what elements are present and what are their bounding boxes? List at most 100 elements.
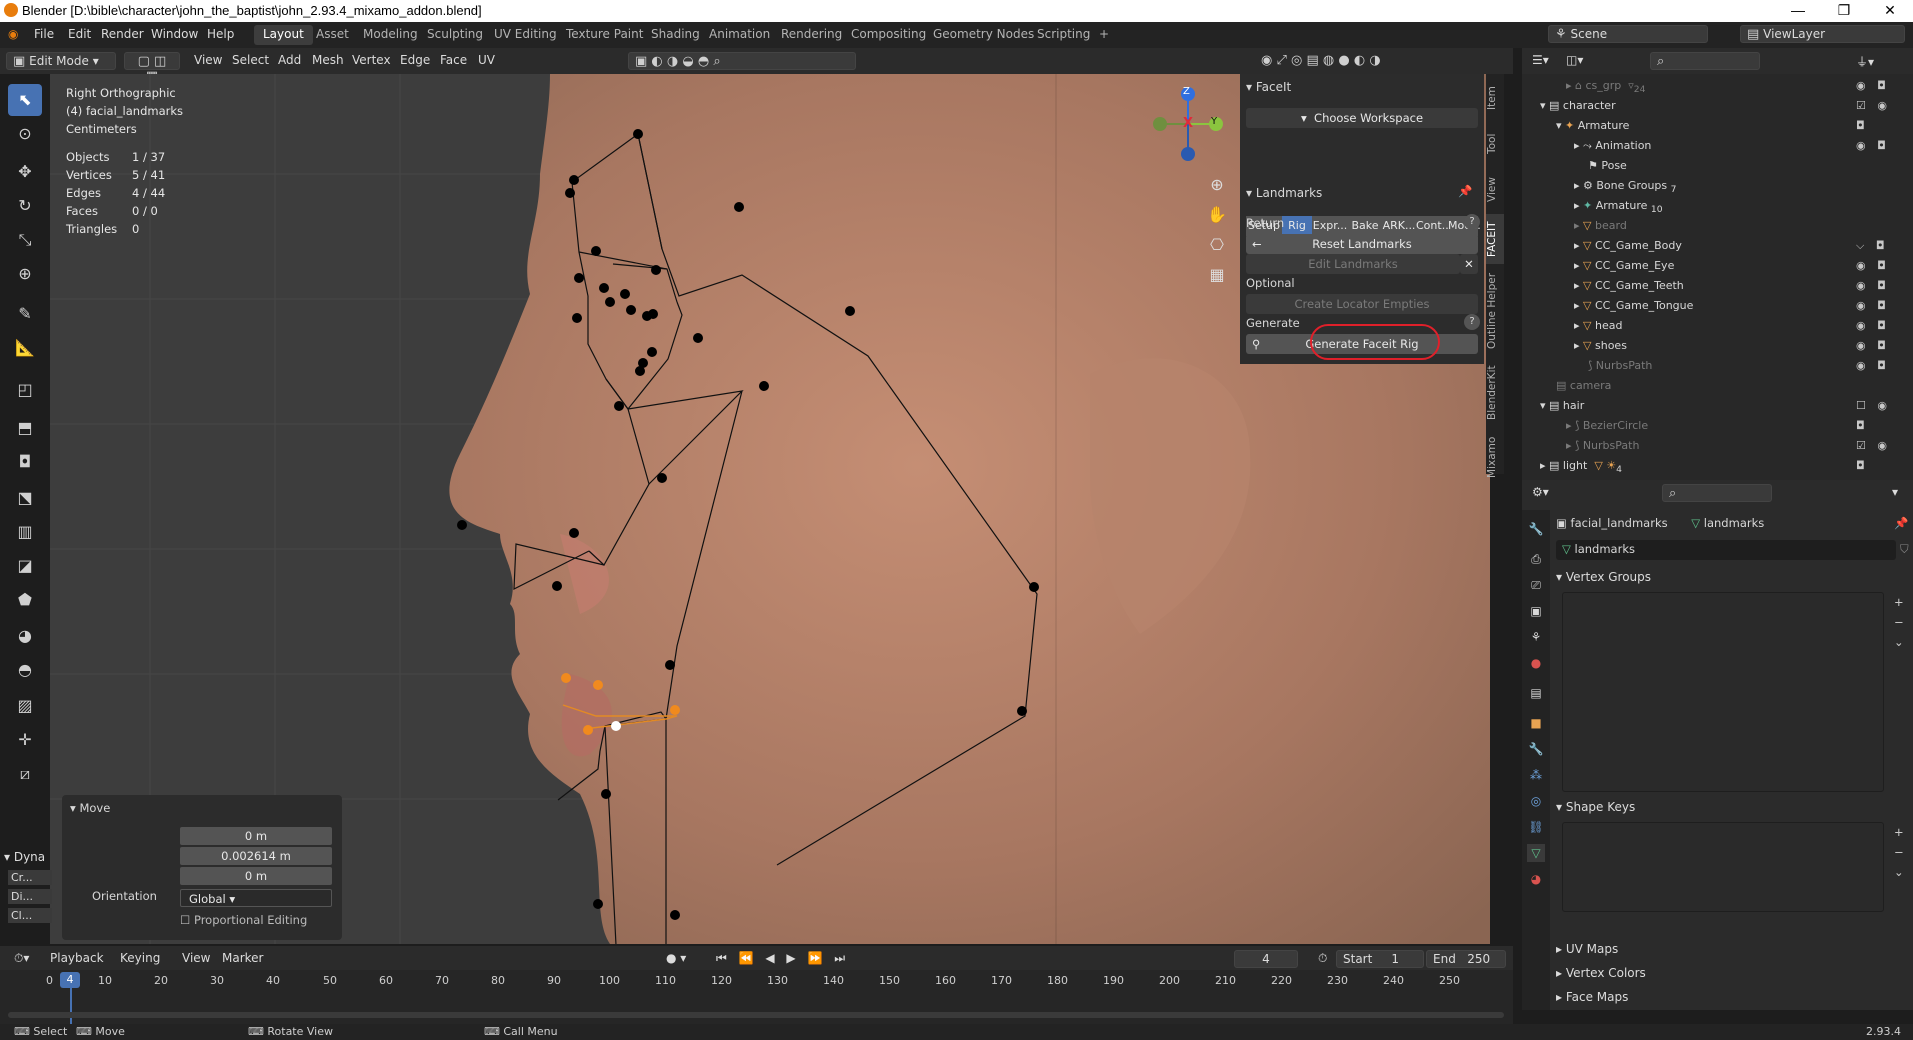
blender-menu-icon[interactable]: ◉ bbox=[8, 27, 18, 41]
remove-icon[interactable]: − bbox=[1894, 842, 1904, 862]
view-layer-icon[interactable]: ▣ bbox=[1527, 602, 1545, 620]
constraints-props-icon[interactable]: ⛓ bbox=[1527, 818, 1545, 836]
viewport-gizmo-toggles[interactable]: ◉ ⤢ ◎ ▤ ◍ ● ◐ ◑ bbox=[1255, 52, 1387, 70]
tab-layout[interactable]: Layout bbox=[254, 25, 313, 45]
loop-cut-tool[interactable]: ▥ bbox=[8, 516, 42, 548]
move-z-field[interactable]: 0 m bbox=[180, 867, 332, 885]
menu-render[interactable]: Render bbox=[101, 27, 144, 41]
particles-props-icon[interactable]: ⁂ bbox=[1527, 766, 1545, 784]
move-x-field[interactable]: 0 m bbox=[180, 827, 332, 845]
grid-icon[interactable]: ▦ bbox=[1204, 260, 1230, 290]
camera-icon[interactable]: ⎔ bbox=[1204, 230, 1230, 260]
tab-texture-paint[interactable]: Texture Paint bbox=[557, 25, 652, 45]
reset-landmarks-button[interactable]: ← Reset Landmarks bbox=[1246, 234, 1478, 254]
menu-help[interactable]: Help bbox=[207, 27, 234, 41]
outliner-item-pose[interactable]: ⚑ Pose bbox=[1588, 156, 1627, 176]
select-box-tool[interactable]: ⬉ bbox=[8, 84, 42, 116]
editor-type-icon[interactable]: ⚙▾ bbox=[1526, 484, 1555, 502]
pan-hand-icon[interactable]: ✋ bbox=[1204, 200, 1230, 230]
shape-keys-section[interactable]: ▾ Shape Keys bbox=[1556, 800, 1635, 814]
menu-file[interactable]: File bbox=[34, 27, 54, 41]
navigation-gizmo[interactable]: Z X Y bbox=[1148, 84, 1228, 164]
outliner-item-cs-grp[interactable]: ▸ ⌂ cs_grp ▿24 bbox=[1566, 76, 1645, 96]
collection-props-icon[interactable]: ▤ bbox=[1527, 684, 1545, 702]
chevron-down-icon[interactable]: ⌄ bbox=[1894, 632, 1904, 652]
menu-timeline-view[interactable]: View bbox=[176, 950, 216, 968]
options-chevron-icon[interactable]: ▾ bbox=[1886, 484, 1904, 502]
scale-tool[interactable]: ⤡ bbox=[8, 224, 42, 256]
faceit-tab-expressions[interactable]: Expr... bbox=[1312, 216, 1348, 236]
menu-add[interactable]: Add bbox=[272, 52, 307, 70]
add-workspace-button[interactable]: + bbox=[1090, 25, 1118, 45]
tab-animation[interactable]: Animation bbox=[700, 25, 779, 45]
start-frame-field[interactable]: Start 1 bbox=[1336, 950, 1424, 968]
menu-playback[interactable]: Playback bbox=[44, 950, 110, 968]
outliner-item-nurbspath[interactable]: ⟆ NurbsPath bbox=[1588, 356, 1652, 376]
sidebar-tab-view[interactable]: View bbox=[1486, 170, 1504, 210]
vertex-colors-section[interactable]: ▸ Vertex Colors bbox=[1556, 966, 1646, 980]
menu-view[interactable]: View bbox=[188, 52, 228, 70]
timeline-scrubber[interactable]: 0 10 20 30 40 50 60 70 80 90 100 110 120… bbox=[0, 970, 1513, 1024]
tab-modeling[interactable]: Modeling bbox=[354, 25, 427, 45]
dyna-clear-button[interactable]: Cl... bbox=[8, 908, 52, 923]
editor-type-icon[interactable]: ⏱▾ bbox=[8, 950, 35, 968]
dyna-panel-title[interactable]: ▾ Dyna bbox=[0, 848, 60, 866]
proportional-editing-checkbox[interactable]: ☐ Proportional Editing bbox=[180, 913, 307, 927]
tab-sculpting[interactable]: Sculpting bbox=[418, 25, 492, 45]
faceit-tab-arkit[interactable]: ARK... bbox=[1382, 216, 1416, 236]
menu-marker[interactable]: Marker bbox=[216, 950, 269, 968]
menu-face[interactable]: Face bbox=[434, 52, 473, 70]
end-frame-field[interactable]: End 250 bbox=[1426, 950, 1506, 968]
faceit-tab-control[interactable]: Cont... bbox=[1416, 216, 1452, 236]
record-keyframe-button[interactable]: ● ▾ bbox=[660, 950, 692, 968]
pin-icon[interactable]: 📌 bbox=[1458, 184, 1472, 198]
playback-controls[interactable]: ⏮ ⏪ ◀ ▶ ⏩ ⏭ bbox=[710, 950, 855, 968]
outliner-item-light[interactable]: ▸ ▤ light ▽ ☀4 bbox=[1540, 456, 1622, 476]
viewlayer-selector[interactable]: ▤ ViewLayer bbox=[1740, 25, 1905, 43]
dyna-create-button[interactable]: Cr... bbox=[8, 870, 52, 885]
menu-mesh[interactable]: Mesh bbox=[306, 52, 350, 70]
menu-edge[interactable]: Edge bbox=[394, 52, 436, 70]
choose-workspace-button[interactable]: ▾ Choose Workspace bbox=[1246, 108, 1478, 128]
faceit-tab-rig[interactable]: Rig bbox=[1282, 216, 1312, 236]
outliner-item-beard[interactable]: ▸ ▽ beard bbox=[1574, 216, 1627, 236]
scene-selector[interactable]: ⚘ Scene bbox=[1548, 25, 1708, 43]
sidebar-tab-item[interactable]: Item bbox=[1486, 78, 1504, 118]
scene-props-icon[interactable]: ⚘ bbox=[1527, 628, 1545, 646]
material-props-icon[interactable]: ◕ bbox=[1527, 870, 1545, 888]
chevron-down-icon[interactable]: ⌄ bbox=[1894, 862, 1904, 882]
shear-tool[interactable]: ⧄ bbox=[8, 758, 42, 790]
spin-tool[interactable]: ◕ bbox=[8, 620, 42, 652]
render-props-icon[interactable]: ⎙ bbox=[1527, 550, 1545, 568]
tab-shading[interactable]: Shading bbox=[642, 25, 709, 45]
tab-scripting[interactable]: Scripting bbox=[1028, 25, 1099, 45]
playhead[interactable]: 4 bbox=[60, 972, 80, 988]
edge-slide-tool[interactable]: ▨ bbox=[8, 690, 42, 722]
menu-keying[interactable]: Keying bbox=[114, 950, 166, 968]
tab-geometry-nodes[interactable]: Geometry Nodes bbox=[924, 25, 1043, 45]
face-maps-section[interactable]: ▸ Face Maps bbox=[1556, 990, 1628, 1004]
mode-selector[interactable]: ▣ Edit Mode ▾ bbox=[6, 52, 116, 70]
extrude-tool[interactable]: ⬒ bbox=[8, 412, 42, 444]
outliner-item-character[interactable]: ▾ ▤ character bbox=[1540, 96, 1616, 116]
tab-compositing[interactable]: Compositing bbox=[842, 25, 935, 45]
outliner-item-cc-game-eye[interactable]: ▸ ▽ CC_Game_Eye bbox=[1574, 256, 1674, 276]
select-mode-buttons[interactable]: ▢ ◫ ▦ bbox=[124, 52, 180, 84]
close-icon[interactable]: ✕ bbox=[1460, 254, 1478, 274]
poly-build-tool[interactable]: ⬟ bbox=[8, 584, 42, 616]
modifier-props-icon[interactable]: 🔧 bbox=[1527, 740, 1545, 758]
sidebar-tab-mixamo[interactable]: Mixamo bbox=[1486, 432, 1504, 482]
editor-type-icon[interactable]: ☰▾ bbox=[1526, 52, 1555, 70]
tab-asset[interactable]: Asset bbox=[307, 25, 358, 45]
zoom-icon[interactable]: ⊕ bbox=[1204, 170, 1230, 200]
pin-icon[interactable]: 📌 bbox=[1894, 516, 1908, 530]
object-props-icon[interactable]: ■ bbox=[1527, 714, 1545, 732]
properties-search[interactable]: ⌕ bbox=[1662, 484, 1772, 502]
cursor-tool[interactable]: ⊙ bbox=[8, 118, 42, 150]
outliner-item-cc-game-tongue[interactable]: ▸ ▽ CC_Game_Tongue bbox=[1574, 296, 1693, 316]
sidebar-tab-tool[interactable]: Tool bbox=[1486, 124, 1504, 164]
annotate-tool[interactable]: ✎ bbox=[8, 298, 42, 330]
outliner-item-shoes[interactable]: ▸ ▽ shoes bbox=[1574, 336, 1627, 356]
sidebar-tab-outline-helper[interactable]: Outline Helper bbox=[1486, 268, 1504, 354]
menu-select[interactable]: Select bbox=[226, 52, 275, 70]
